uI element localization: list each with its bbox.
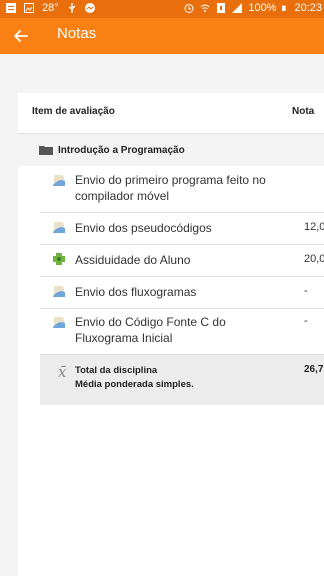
grades-table: Item de avaliação Nota Introdução a Prog…: [18, 93, 324, 576]
table-row[interactable]: Envio do primeiro programa feito no comp…: [40, 167, 324, 213]
table-row[interactable]: Envio dos fluxogramas -: [40, 277, 324, 309]
total-title: Total da disciplina: [75, 365, 158, 376]
item-name[interactable]: Envio do primeiro programa feito no comp…: [75, 172, 275, 204]
table-row[interactable]: Envio dos pseudocódigos 12,0: [40, 213, 324, 245]
category-label: Introdução a Programação: [58, 145, 185, 156]
assignment-icon: [53, 175, 65, 186]
item-name[interactable]: Envio dos fluxogramas: [75, 284, 275, 300]
back-arrow-icon[interactable]: [10, 25, 32, 47]
item-name[interactable]: Envio dos pseudocódigos: [75, 220, 275, 236]
item-name[interactable]: Assiduidade do Aluno: [75, 252, 275, 268]
signal-icon: [232, 3, 243, 13]
item-name[interactable]: Envio do Código Fonte C do Fluxograma In…: [75, 314, 275, 346]
battery-percent: 100%: [248, 2, 277, 14]
sim-icon: [217, 3, 226, 13]
folder-icon: [39, 146, 53, 155]
item-grade: -: [304, 315, 308, 327]
item-grade: -: [304, 285, 308, 297]
battery-icon: [282, 5, 287, 11]
usb-icon: [68, 3, 76, 13]
column-header-grade: Nota: [292, 106, 315, 117]
wifi-icon: [200, 4, 210, 12]
total-label: Total da disciplina Média ponderada simp…: [75, 364, 194, 392]
gallery-icon: [24, 3, 34, 13]
assignment-icon: [53, 317, 65, 328]
attendance-icon: [53, 253, 65, 265]
item-grade: 12,0: [304, 221, 324, 233]
assignment-icon: [53, 286, 65, 297]
assignment-icon: [53, 222, 65, 233]
status-bar: 28° 100% 20:23: [0, 0, 324, 18]
page-title: Notas: [57, 25, 97, 42]
messenger-icon: [84, 3, 95, 13]
clock: 20:23: [294, 2, 322, 14]
item-grade: 20,0: [304, 253, 324, 265]
total-value: 26,7: [304, 364, 324, 375]
sigma-icon: x̄: [58, 363, 67, 381]
notification-list-icon: [6, 3, 16, 13]
alarm-icon: [184, 4, 194, 13]
table-row[interactable]: Assiduidade do Aluno 20,0: [40, 245, 324, 277]
temperature-text: 28°: [42, 2, 59, 14]
app-bar: Notas: [0, 18, 324, 54]
category-row: Introdução a Programação: [18, 134, 324, 166]
column-header-item: Item de avaliação: [32, 106, 115, 117]
total-method: Média ponderada simples.: [75, 379, 194, 390]
table-row[interactable]: Envio do Código Fonte C do Fluxograma In…: [40, 309, 324, 355]
table-header: Item de avaliação Nota: [18, 93, 324, 134]
total-row: x̄ Total da disciplina Média ponderada s…: [40, 355, 324, 405]
